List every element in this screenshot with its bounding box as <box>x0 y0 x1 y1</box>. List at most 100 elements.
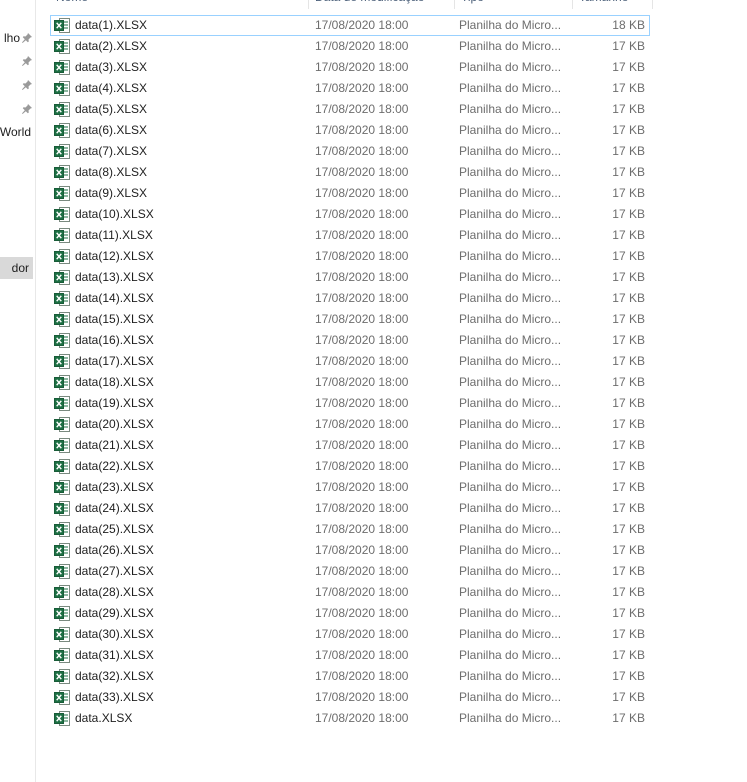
pin-icon[interactable] <box>22 103 32 114</box>
excel-file-icon <box>54 626 71 643</box>
file-date-modified: 17/08/2020 18:00 <box>315 18 409 32</box>
pin-icon[interactable] <box>22 79 32 90</box>
nav-item[interactable] <box>0 74 35 96</box>
file-row[interactable]: data(13).XLSX 17/08/2020 18:00 Planilha do… <box>50 267 650 288</box>
file-name: data(17).XLSX <box>75 354 154 368</box>
excel-file-icon <box>54 38 71 55</box>
file-date-modified: 17/08/2020 18:00 <box>315 60 409 74</box>
file-date-modified: 17/08/2020 18:00 <box>315 39 409 53</box>
file-size: 17 KB <box>612 396 645 410</box>
nav-item-label: lho <box>3 31 20 45</box>
file-row[interactable]: data(32).XLSX 17/08/2020 18:00 Planilha do… <box>50 666 650 687</box>
file-row[interactable]: data(33).XLSX 17/08/2020 18:00 Planilha do… <box>50 687 650 708</box>
file-row[interactable]: data(1).XLSX 17/08/2020 18:00 Planilha do … <box>50 15 650 36</box>
file-row[interactable]: data(2).XLSX 17/08/2020 18:00 Planilha do … <box>50 36 650 57</box>
excel-file-icon <box>54 668 71 685</box>
file-row[interactable]: data(21).XLSX 17/08/2020 18:00 Planilha do… <box>50 435 650 456</box>
file-row[interactable]: data(4).XLSX 17/08/2020 18:00 Planilha do … <box>50 78 650 99</box>
file-type: Planilha do Micro... <box>459 312 562 326</box>
file-type: Planilha do Micro... <box>459 60 562 74</box>
file-row[interactable]: data(28).XLSX 17/08/2020 18:00 Planilha do… <box>50 582 650 603</box>
nav-item-label: World <box>0 125 31 139</box>
nav-item[interactable] <box>0 98 35 120</box>
column-header-name[interactable]: Nome <box>50 0 309 9</box>
file-type: Planilha do Micro... <box>459 165 562 179</box>
file-date-modified: 17/08/2020 18:00 <box>315 333 409 347</box>
nav-item[interactable]: lho <box>0 27 35 49</box>
file-size: 17 KB <box>612 291 645 305</box>
file-type: Planilha do Micro... <box>459 690 562 704</box>
file-row[interactable]: data(23).XLSX 17/08/2020 18:00 Planilha do… <box>50 477 650 498</box>
file-date-modified: 17/08/2020 18:00 <box>315 564 409 578</box>
file-name: data(2).XLSX <box>75 39 148 53</box>
excel-file-icon <box>54 143 71 160</box>
file-row[interactable]: data(22).XLSX 17/08/2020 18:00 Planilha do… <box>50 456 650 477</box>
excel-file-icon <box>54 542 71 559</box>
file-date-modified: 17/08/2020 18:00 <box>315 648 409 662</box>
file-date-modified: 17/08/2020 18:00 <box>315 123 409 137</box>
file-date-modified: 17/08/2020 18:00 <box>315 417 409 431</box>
column-header-size[interactable]: Tamanho <box>573 0 653 9</box>
excel-file-icon <box>54 563 71 580</box>
file-type: Planilha do Micro... <box>459 711 562 725</box>
file-name: data(13).XLSX <box>75 270 154 284</box>
file-row[interactable]: data(9).XLSX 17/08/2020 18:00 Planilha do … <box>50 183 650 204</box>
file-name: data(4).XLSX <box>75 81 148 95</box>
file-type: Planilha do Micro... <box>459 207 562 221</box>
file-row[interactable]: data(5).XLSX 17/08/2020 18:00 Planilha do … <box>50 99 650 120</box>
file-row[interactable]: data(14).XLSX 17/08/2020 18:00 Planilha do… <box>50 288 650 309</box>
file-row[interactable]: data(15).XLSX 17/08/2020 18:00 Planilha do… <box>50 309 650 330</box>
file-size: 17 KB <box>612 480 645 494</box>
file-row[interactable]: data(17).XLSX 17/08/2020 18:00 Planilha do… <box>50 351 650 372</box>
file-row[interactable]: data(3).XLSX 17/08/2020 18:00 Planilha do … <box>50 57 650 78</box>
file-size: 17 KB <box>612 228 645 242</box>
file-row[interactable]: data(27).XLSX 17/08/2020 18:00 Planilha do… <box>50 561 650 582</box>
file-type: Planilha do Micro... <box>459 39 562 53</box>
file-name: data(16).XLSX <box>75 333 154 347</box>
file-size: 17 KB <box>612 102 645 116</box>
file-row[interactable]: data(26).XLSX 17/08/2020 18:00 Planilha do… <box>50 540 650 561</box>
file-size: 17 KB <box>612 81 645 95</box>
file-name: data(10).XLSX <box>75 207 154 221</box>
excel-file-icon <box>54 311 71 328</box>
file-type: Planilha do Micro... <box>459 354 562 368</box>
file-row[interactable]: data(8).XLSX 17/08/2020 18:00 Planilha do … <box>50 162 650 183</box>
column-header-date[interactable]: Data de modificação <box>309 0 455 9</box>
file-row[interactable]: data(19).XLSX 17/08/2020 18:00 Planilha do… <box>50 393 650 414</box>
file-name: data.XLSX <box>75 711 133 725</box>
file-row[interactable]: data(10).XLSX 17/08/2020 18:00 Planilha do… <box>50 204 650 225</box>
file-row[interactable]: data(11).XLSX 17/08/2020 18:00 Planilha do… <box>50 225 650 246</box>
file-row[interactable]: data(12).XLSX 17/08/2020 18:00 Planilha do… <box>50 246 650 267</box>
file-row[interactable]: data(6).XLSX 17/08/2020 18:00 Planilha do … <box>50 120 650 141</box>
column-header-type[interactable]: Tipo <box>455 0 573 9</box>
nav-item[interactable]: dor <box>0 257 33 279</box>
file-type: Planilha do Micro... <box>459 186 562 200</box>
file-row[interactable]: data(29).XLSX 17/08/2020 18:00 Planilha do… <box>50 603 650 624</box>
file-row[interactable]: data(7).XLSX 17/08/2020 18:00 Planilha do … <box>50 141 650 162</box>
file-row[interactable]: data(25).XLSX 17/08/2020 18:00 Planilha do… <box>50 519 650 540</box>
excel-file-icon <box>54 689 71 706</box>
nav-item[interactable]: World <box>0 121 35 143</box>
file-size: 17 KB <box>612 249 645 263</box>
file-row[interactable]: data(30).XLSX 17/08/2020 18:00 Planilha do… <box>50 624 650 645</box>
file-type: Planilha do Micro... <box>459 81 562 95</box>
file-type: Planilha do Micro... <box>459 102 562 116</box>
file-row[interactable]: data(20).XLSX 17/08/2020 18:00 Planilha do… <box>50 414 650 435</box>
file-size: 17 KB <box>612 585 645 599</box>
file-date-modified: 17/08/2020 18:00 <box>315 312 409 326</box>
pin-icon[interactable] <box>22 32 32 43</box>
file-row[interactable]: data(31).XLSX 17/08/2020 18:00 Planilha do… <box>50 645 650 666</box>
file-row[interactable]: data(24).XLSX 17/08/2020 18:00 Planilha do… <box>50 498 650 519</box>
file-type: Planilha do Micro... <box>459 228 562 242</box>
file-date-modified: 17/08/2020 18:00 <box>315 396 409 410</box>
file-row[interactable]: data(16).XLSX 17/08/2020 18:00 Planilha do… <box>50 330 650 351</box>
file-row[interactable]: data(18).XLSX 17/08/2020 18:00 Planilha do… <box>50 372 650 393</box>
excel-file-icon <box>54 416 71 433</box>
pin-icon[interactable] <box>22 55 32 66</box>
file-name: data(18).XLSX <box>75 375 154 389</box>
file-date-modified: 17/08/2020 18:00 <box>315 291 409 305</box>
nav-item[interactable] <box>0 50 35 72</box>
file-row[interactable]: data.XLSX 17/08/2020 18:00 Planilha do Mic… <box>50 708 650 729</box>
file-type: Planilha do Micro... <box>459 648 562 662</box>
file-size: 17 KB <box>612 438 645 452</box>
